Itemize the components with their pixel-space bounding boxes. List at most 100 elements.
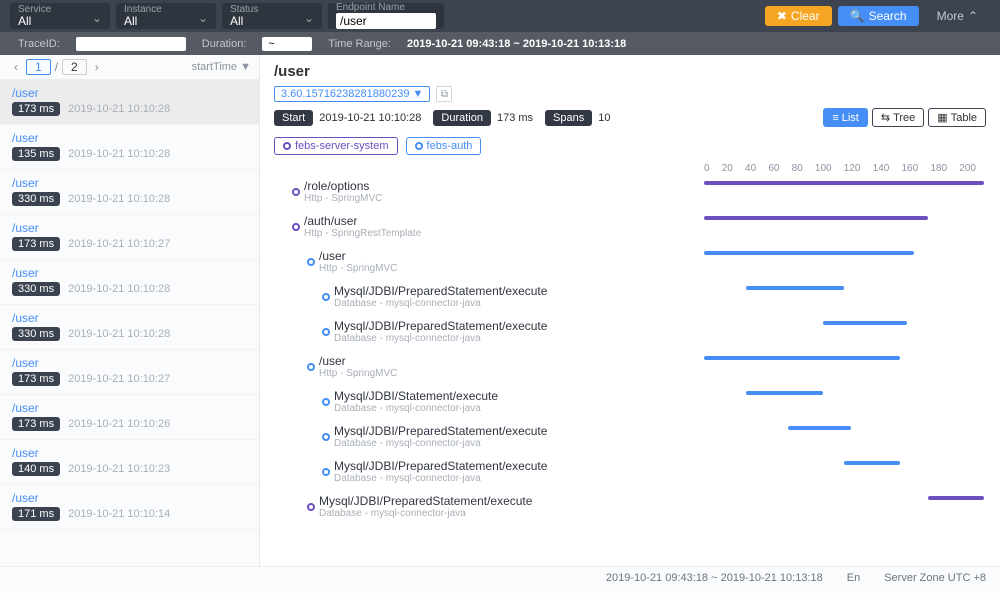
- duration-badge: 330 ms: [12, 327, 60, 341]
- span-row[interactable]: /role/optionsHttp - SpringMVC: [284, 174, 986, 209]
- span-row[interactable]: Mysql/JDBI/PreparedStatement/executeData…: [284, 454, 986, 489]
- service-badge[interactable]: febs-server-system: [274, 137, 398, 155]
- clear-button[interactable]: ✖Clear: [765, 6, 832, 26]
- footer-zone[interactable]: Server Zone UTC +8: [884, 572, 986, 588]
- trace-list-panel: ‹ 1 / 2 › startTime ▼ /user173 ms2019-10…: [0, 55, 260, 566]
- detail-title: /user: [274, 63, 986, 80]
- chevron-down-icon: ⌄: [198, 11, 208, 25]
- span-bar: [928, 496, 984, 500]
- duration-badge: 173 ms: [12, 417, 60, 431]
- chevron-down-icon: ⌄: [92, 11, 102, 25]
- duration-badge: 135 ms: [12, 147, 60, 161]
- sub-header: TraceID: Duration: Time Range: 2019-10-2…: [0, 32, 1000, 55]
- start-chip: Start: [274, 110, 313, 126]
- trace-name: /user: [12, 401, 247, 415]
- footer-range[interactable]: 2019-10-21 09:43:18 ~ 2019-10-21 10:13:1…: [606, 572, 823, 588]
- span-bar: [788, 426, 851, 430]
- duration-label: Duration:: [202, 38, 247, 50]
- page-1[interactable]: 1: [26, 59, 51, 75]
- span-bar: [704, 356, 900, 360]
- span-bar: [844, 461, 900, 465]
- span-row[interactable]: Mysql/JDBI/PreparedStatement/executeData…: [284, 314, 986, 349]
- duration-badge: 140 ms: [12, 462, 60, 476]
- trace-item[interactable]: /user173 ms2019-10-21 10:10:28: [0, 80, 259, 125]
- timerange-value: 2019-10-21 09:43:18 ~ 2019-10-21 10:13:1…: [407, 38, 626, 50]
- trace-name: /user: [12, 311, 247, 325]
- trace-item[interactable]: /user171 ms2019-10-21 10:10:14: [0, 485, 259, 530]
- search-icon: 🔍: [850, 9, 865, 23]
- trace-item[interactable]: /user173 ms2019-10-21 10:10:26: [0, 395, 259, 440]
- trace-name: /user: [12, 491, 247, 505]
- traceid-select[interactable]: 3.60.15716238281880239 ▼: [274, 86, 430, 102]
- trace-item[interactable]: /user173 ms2019-10-21 10:10:27: [0, 350, 259, 395]
- footer-lang[interactable]: En: [847, 572, 860, 588]
- time-axis: 020406080100120140160180200: [704, 163, 986, 174]
- span-row[interactable]: /userHttp - SpringMVC: [284, 349, 986, 384]
- span-timeline: 020406080100120140160180200 /role/option…: [284, 163, 986, 524]
- span-bar: [704, 251, 914, 255]
- endpoint-input[interactable]: [336, 13, 436, 29]
- view-list[interactable]: ≡ List: [823, 108, 868, 127]
- trace-name: /user: [12, 356, 247, 370]
- trace-item[interactable]: /user135 ms2019-10-21 10:10:28: [0, 125, 259, 170]
- pager-row: ‹ 1 / 2 › startTime ▼: [0, 55, 259, 80]
- trace-name: /user: [12, 266, 247, 280]
- traceid-input[interactable]: [76, 37, 186, 51]
- trace-name: /user: [12, 176, 247, 190]
- span-bar: [746, 391, 823, 395]
- duration-badge: 173 ms: [12, 372, 60, 386]
- page-prev[interactable]: ‹: [8, 60, 24, 74]
- sort-toggle[interactable]: startTime ▼: [105, 61, 251, 73]
- span-row[interactable]: /userHttp - SpringMVC: [284, 244, 986, 279]
- service-badge[interactable]: febs-auth: [406, 137, 482, 155]
- span-row[interactable]: Mysql/JDBI/PreparedStatement/executeData…: [284, 489, 986, 524]
- span-dot-icon: [322, 468, 330, 476]
- footer-bar: 2019-10-21 09:43:18 ~ 2019-10-21 10:13:1…: [0, 566, 1000, 593]
- copy-icon[interactable]: ⧉: [436, 86, 452, 102]
- trace-item[interactable]: /user330 ms2019-10-21 10:10:28: [0, 305, 259, 350]
- span-dot-icon: [322, 293, 330, 301]
- span-row[interactable]: Mysql/JDBI/Statement/executeDatabase - m…: [284, 384, 986, 419]
- span-dot-icon: [292, 188, 300, 196]
- span-row[interactable]: /auth/userHttp - SpringRestTemplate: [284, 209, 986, 244]
- span-dot-icon: [322, 398, 330, 406]
- header-bar: Service All ⌄ Instance All ⌄ Status All …: [0, 0, 1000, 32]
- x-icon: ✖: [777, 9, 787, 23]
- trace-item[interactable]: /user330 ms2019-10-21 10:10:28: [0, 260, 259, 305]
- trace-name: /user: [12, 221, 247, 235]
- duration-chip: Duration: [433, 110, 491, 126]
- view-tree[interactable]: ⇆ Tree: [872, 108, 924, 127]
- duration-input[interactable]: [262, 37, 312, 51]
- span-dot-icon: [307, 503, 315, 511]
- duration-badge: 173 ms: [12, 237, 60, 251]
- span-row[interactable]: Mysql/JDBI/PreparedStatement/executeData…: [284, 419, 986, 454]
- traceid-label: TraceID:: [18, 38, 60, 50]
- span-dot-icon: [322, 433, 330, 441]
- more-button[interactable]: More ⌃: [925, 6, 990, 26]
- duration-badge: 171 ms: [12, 507, 60, 521]
- search-button[interactable]: 🔍Search: [838, 6, 919, 26]
- filter-instance[interactable]: Instance All ⌄: [116, 3, 216, 29]
- view-table[interactable]: ▦ Table: [928, 108, 986, 127]
- span-bar: [823, 321, 907, 325]
- span-bar: [704, 181, 984, 185]
- trace-name: /user: [12, 86, 247, 100]
- filter-status[interactable]: Status All ⌄: [222, 3, 322, 29]
- span-dot-icon: [292, 223, 300, 231]
- trace-item[interactable]: /user140 ms2019-10-21 10:10:23: [0, 440, 259, 485]
- filter-service[interactable]: Service All ⌄: [10, 3, 110, 29]
- chevron-up-icon: ⌃: [968, 9, 978, 23]
- page-2[interactable]: 2: [62, 59, 87, 75]
- page-next[interactable]: ›: [89, 60, 105, 74]
- trace-item[interactable]: /user330 ms2019-10-21 10:10:28: [0, 170, 259, 215]
- trace-item[interactable]: /user173 ms2019-10-21 10:10:27: [0, 215, 259, 260]
- chevron-down-icon: ⌄: [304, 11, 314, 25]
- span-dot-icon: [322, 328, 330, 336]
- duration-badge: 330 ms: [12, 282, 60, 296]
- trace-name: /user: [12, 131, 247, 145]
- spans-chip: Spans: [545, 110, 592, 126]
- filter-endpoint: Endpoint Name: [328, 3, 444, 29]
- duration-badge: 173 ms: [12, 102, 60, 116]
- timerange-label: Time Range:: [328, 38, 391, 50]
- span-row[interactable]: Mysql/JDBI/PreparedStatement/executeData…: [284, 279, 986, 314]
